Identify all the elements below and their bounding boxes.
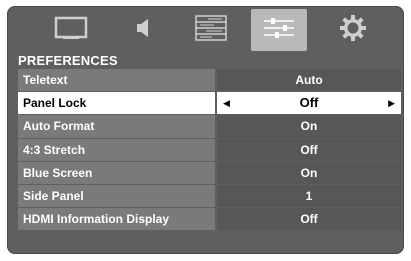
- menu-row-hdmi-information-display[interactable]: HDMI Information Display Off: [18, 208, 401, 231]
- menu-row-value[interactable]: On: [217, 161, 401, 184]
- menu-row-teletext[interactable]: Teletext Auto: [18, 69, 401, 92]
- menu-row-4-3-stretch[interactable]: 4:3 Stretch Off: [18, 138, 401, 161]
- menu-row-blue-screen[interactable]: Blue Screen On: [18, 161, 401, 184]
- menu-tab-bar: [7, 6, 404, 56]
- menu-row-label: Panel Lock: [18, 92, 215, 115]
- sound-icon: [131, 16, 155, 45]
- arrow-right-icon[interactable]: ▶: [388, 92, 395, 114]
- menu-row-label: HDMI Information Display: [18, 208, 215, 231]
- menu-row-value[interactable]: On: [217, 115, 401, 138]
- setup-list-icon: [194, 14, 228, 47]
- menu-row-value[interactable]: Off: [217, 138, 401, 161]
- menu-row-label: Teletext: [18, 69, 215, 92]
- gear-icon: [338, 13, 368, 48]
- menu-title: PREFERENCES: [18, 53, 118, 68]
- tab-settings[interactable]: [325, 9, 381, 51]
- preferences-sliders-icon: [261, 14, 297, 47]
- preferences-menu-panel: PREFERENCES Teletext Auto Panel Lock ◀ O…: [7, 6, 404, 254]
- preferences-list: Teletext Auto Panel Lock ◀ Off ▶ Auto Fo…: [18, 69, 401, 231]
- tab-sound[interactable]: [115, 9, 171, 51]
- tab-preferences[interactable]: [251, 9, 307, 51]
- menu-row-label: Blue Screen: [18, 161, 215, 184]
- menu-row-side-panel[interactable]: Side Panel 1: [18, 184, 401, 208]
- menu-row-label: 4:3 Stretch: [18, 138, 215, 161]
- arrow-left-icon[interactable]: ◀: [223, 92, 230, 114]
- menu-row-label: Side Panel: [18, 184, 215, 208]
- tab-setup[interactable]: [183, 9, 239, 51]
- menu-row-value: Off: [299, 95, 319, 111]
- picture-icon: [54, 15, 88, 46]
- tab-picture[interactable]: [43, 9, 99, 51]
- menu-row-value[interactable]: Off: [217, 208, 401, 231]
- menu-row-auto-format[interactable]: Auto Format On: [18, 115, 401, 138]
- menu-row-panel-lock[interactable]: Panel Lock ◀ Off ▶: [18, 92, 401, 115]
- menu-row-value[interactable]: 1: [217, 184, 401, 208]
- menu-row-value-selector[interactable]: ◀ Off ▶: [217, 92, 401, 115]
- menu-row-value[interactable]: Auto: [217, 69, 401, 92]
- menu-row-label: Auto Format: [18, 115, 215, 138]
